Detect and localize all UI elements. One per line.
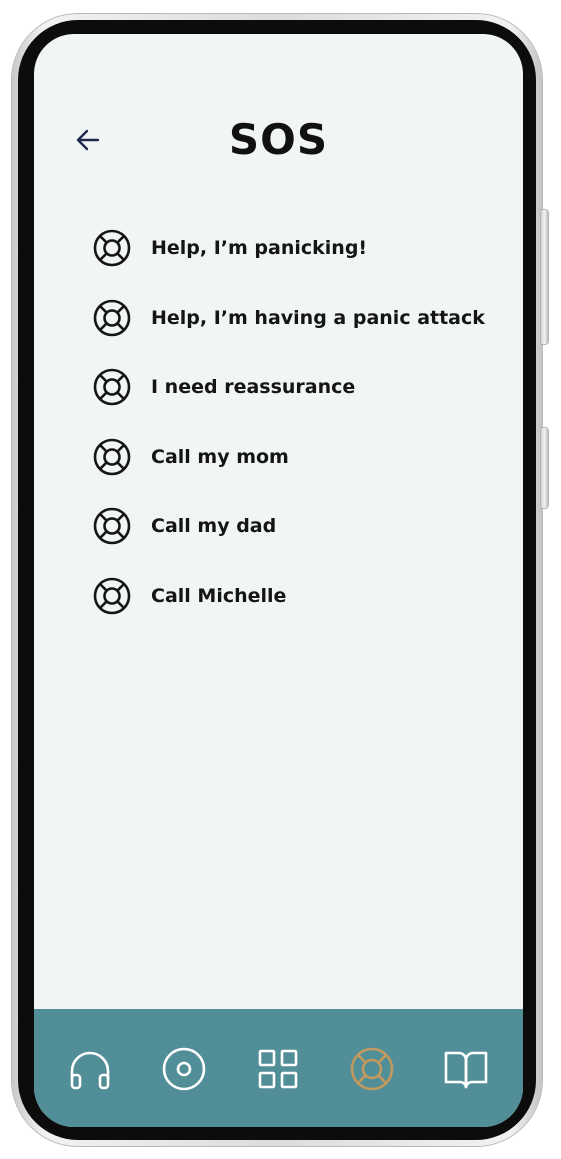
book-icon: [444, 1051, 488, 1089]
nav-item-grid[interactable]: [254, 1045, 302, 1093]
nav-item-journal[interactable]: [442, 1045, 490, 1093]
sos-item-label: Call Michelle: [151, 584, 287, 607]
sos-item-label: Help, I’m panicking!: [151, 237, 368, 259]
page-title: SOS: [228, 115, 329, 164]
nav-item-sos[interactable]: [348, 1045, 396, 1093]
sos-item-label: Call my dad: [151, 515, 277, 538]
sos-item-reassurance[interactable]: I need reassurance: [92, 367, 512, 407]
sos-item-label: I need reassurance: [151, 376, 356, 399]
grid-icon: [258, 1049, 298, 1089]
sos-item-panicking[interactable]: Help, I’m panicking!: [92, 228, 512, 268]
sos-item-label: Call my mom: [151, 445, 289, 468]
power-button: [541, 428, 548, 508]
disc-icon: [162, 1047, 206, 1091]
app-screen: SOS Help, I’m panicking! Help, I’m havin…: [34, 34, 523, 1127]
sos-item-call-mom[interactable]: Call my mom: [92, 437, 512, 477]
lifebuoy-icon: [93, 577, 131, 615]
sos-item-label: Help, I’m having a panic attack: [151, 306, 485, 329]
nav-item-listen[interactable]: [66, 1045, 114, 1093]
nav-item-disc[interactable]: [160, 1045, 208, 1093]
volume-button: [541, 210, 548, 344]
lifebuoy-icon: [93, 368, 131, 406]
sos-item-panic-attack[interactable]: Help, I’m having a panic attack: [92, 298, 512, 338]
header: SOS: [34, 112, 523, 168]
headphones-icon: [70, 1051, 110, 1090]
sos-item-call-michelle[interactable]: Call Michelle: [92, 576, 512, 616]
lifebuoy-icon: [93, 438, 131, 476]
lifebuoy-icon: [93, 229, 131, 267]
lifebuoy-icon: [93, 508, 131, 545]
bottom-nav: [34, 1009, 523, 1127]
lifebuoy-icon: [93, 299, 131, 336]
sos-item-call-dad[interactable]: Call my dad: [92, 506, 512, 546]
sos-list: Help, I’m panicking! Help, I’m having a …: [92, 228, 512, 646]
lifebuoy-icon: [350, 1047, 394, 1091]
